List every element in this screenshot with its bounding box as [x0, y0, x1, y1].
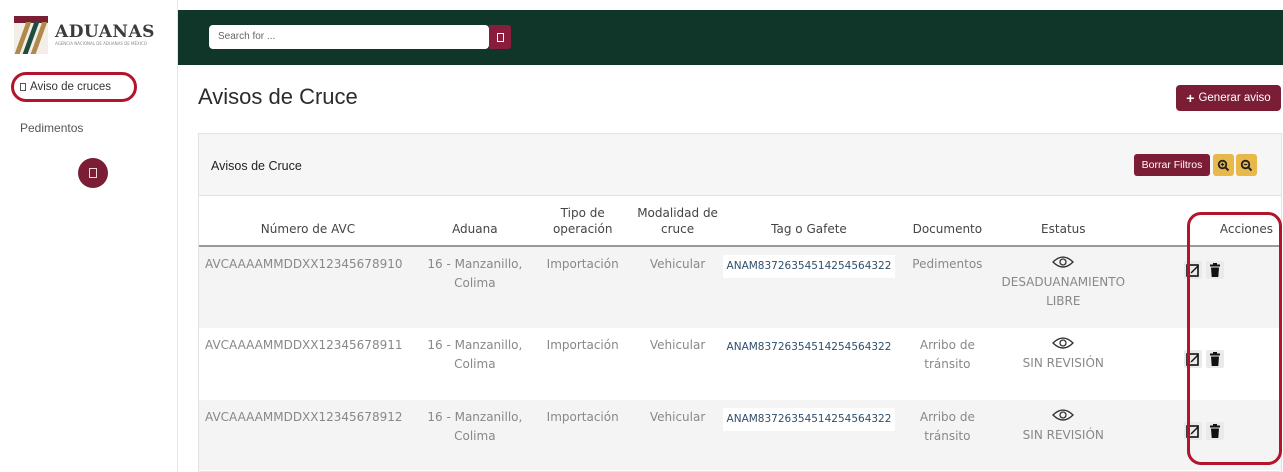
cell-avc: AVCAAAAMMDDXX12345678910 [205, 257, 403, 271]
cell-modalidad: Vehicular [649, 257, 706, 271]
sidebar-item-label: Aviso de cruces [30, 81, 111, 93]
cell-tipo: Importación [546, 338, 619, 352]
square-icon [20, 83, 26, 91]
clear-filters-button[interactable]: Borrar Filtros [1134, 154, 1210, 176]
eye-icon[interactable] [999, 255, 1127, 273]
cell-avc: AVCAAAAMMDDXX12345678911 [205, 338, 403, 352]
status-text: SIN REVISIÓN [1022, 356, 1104, 370]
tag-value: ANAM837263545142545643​22 [722, 408, 896, 431]
cell-modalidad: Vehicular [649, 338, 706, 352]
edit-icon[interactable] [1184, 422, 1203, 440]
avisos-card: Avisos de Cruce Borrar Filtros Número de… [198, 133, 1282, 472]
logo-subtitle: AGENCIA NACIONAL DE ADUANAS DE MÉXICO [55, 41, 147, 46]
generate-aviso-button[interactable]: + Generar aviso [1176, 85, 1281, 111]
status-text: DESADUANAMIENTO LIBRE [1001, 275, 1126, 308]
trash-icon[interactable] [1206, 422, 1225, 440]
header-tag-gafete[interactable]: Tag o Gafete [722, 196, 896, 247]
cell-tipo: Importación [546, 257, 619, 271]
eye-icon[interactable] [999, 408, 1127, 426]
cell-estatus: SIN REVISIÓN [999, 400, 1127, 470]
cell-documento: Arribo de tránsito [919, 338, 975, 371]
eye-icon[interactable] [999, 336, 1127, 354]
sidebar: ADUANAS AGENCIA NACIONAL DE ADUANAS DE M… [0, 0, 178, 472]
cell-aduana: 16 - Manzanillo, Colima [427, 410, 523, 443]
trash-icon[interactable] [1206, 350, 1225, 368]
page-title: Avisos de Cruce [198, 84, 358, 109]
plus-icon: + [1186, 90, 1195, 106]
cell-documento: Pedimentos [912, 257, 983, 271]
zoom-out-icon[interactable] [1236, 154, 1257, 176]
card-title: Avisos de Cruce [211, 159, 302, 173]
sidebar-collapse-button[interactable] [78, 158, 108, 188]
cell-acciones [1127, 246, 1281, 328]
cell-tipo: Importación [546, 410, 619, 424]
trash-icon[interactable] [1206, 261, 1225, 279]
table-row: AVCAAAAMMDDXX12345678911 16 - Manzanillo… [199, 328, 1281, 400]
zoom-in-icon[interactable] [1213, 154, 1234, 176]
header-estatus[interactable]: Estatus [999, 196, 1128, 247]
avisos-table: Número de AVC Aduana Tipo de operación M… [199, 196, 1281, 470]
header-tipo-operacion[interactable]: Tipo de operación [532, 196, 633, 247]
cell-acciones [1127, 328, 1281, 400]
header-documento[interactable]: Documento [895, 196, 1000, 247]
cell-aduana: 16 - Manzanillo, Colima [427, 338, 523, 371]
cell-avc: AVCAAAAMMDDXX12345678912 [205, 410, 403, 424]
cell-estatus: SIN REVISIÓN [999, 328, 1127, 400]
cell-tag: ANAM837263545142545643​22 [722, 246, 896, 328]
cell-estatus: DESADUANAMIENTO LIBRE [999, 246, 1127, 328]
logo-mark-icon [14, 16, 48, 54]
tag-value: ANAM837263545142545643​22 [722, 255, 896, 278]
sidebar-item-pedimentos[interactable]: Pedimentos [20, 121, 83, 135]
card-header: Avisos de Cruce Borrar Filtros [199, 134, 1281, 196]
header-aduana[interactable]: Aduana [416, 196, 533, 247]
top-bar: Search for ... [178, 10, 1283, 65]
edit-icon[interactable] [1184, 350, 1203, 368]
sidebar-item-aviso-de-cruces[interactable]: Aviso de cruces [11, 72, 137, 102]
aduanas-logo[interactable]: ADUANAS AGENCIA NACIONAL DE ADUANAS DE M… [14, 14, 168, 56]
search-input[interactable]: Search for ... [209, 25, 489, 49]
cell-modalidad: Vehicular [649, 410, 706, 424]
header-modalidad-cruce[interactable]: Modalidad de cruce [632, 196, 723, 247]
logo-title: ADUANAS [55, 22, 155, 42]
cell-tag: ANAM837263545142545643​22 [722, 400, 896, 470]
cell-aduana: 16 - Manzanillo, Colima [427, 257, 523, 290]
table-row: AVCAAAAMMDDXX12345678910 16 - Manzanillo… [199, 246, 1281, 328]
cell-acciones [1127, 400, 1281, 470]
tag-value: ANAM837263545142545643​22 [722, 336, 896, 359]
edit-icon[interactable] [1184, 261, 1203, 279]
status-text: SIN REVISIÓN [1022, 428, 1104, 442]
table-row: AVCAAAAMMDDXX12345678912 16 - Manzanillo… [199, 400, 1281, 470]
cell-documento: Arribo de tránsito [919, 410, 975, 443]
table-header-row: Número de AVC Aduana Tipo de operación M… [199, 196, 1281, 247]
generate-aviso-label: Generar aviso [1198, 92, 1271, 104]
cell-tag: ANAM837263545142545643​22 [722, 328, 896, 400]
header-numero-avc[interactable]: Número de AVC [199, 196, 417, 247]
search-button[interactable] [489, 25, 511, 49]
header-acciones: Acciones [1127, 196, 1281, 247]
